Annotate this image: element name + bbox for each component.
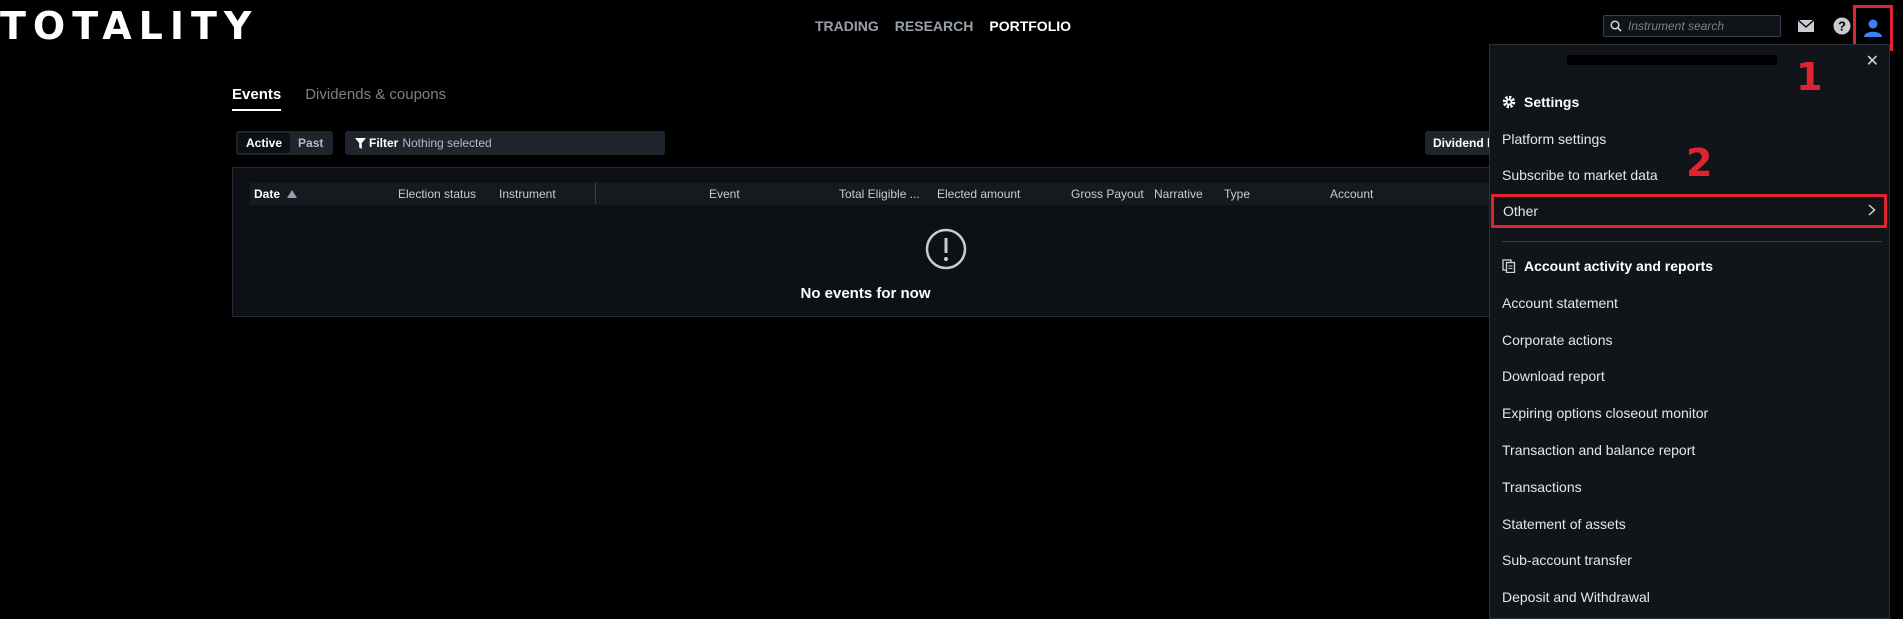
menu-item-expiring-options[interactable]: Expiring options closeout monitor [1502, 405, 1708, 421]
help-icon[interactable]: ? [1832, 16, 1852, 36]
reports-title: Account activity and reports [1524, 258, 1714, 274]
filter-icon [355, 137, 366, 149]
nav-trading[interactable]: TRADING [815, 18, 879, 34]
column-elected-amount[interactable]: Elected amount [937, 187, 1020, 201]
user-menu-panel: ✕ 1 2 Settings Platform settings Subscri… [1489, 44, 1890, 619]
column-date-label: Date [254, 187, 281, 201]
logo[interactable]: TOTALITY [0, 7, 258, 45]
sort-asc-icon [287, 190, 298, 198]
menu-item-deposit-withdrawal[interactable]: Deposit and Withdrawal [1502, 589, 1650, 605]
menu-item-corporate-actions[interactable]: Corporate actions [1502, 332, 1613, 348]
search-icon [1610, 20, 1622, 32]
nav-portfolio[interactable]: PORTFOLIO [989, 18, 1071, 34]
column-narrative[interactable]: Narrative [1154, 187, 1203, 201]
reports-header: Account activity and reports [1502, 258, 1713, 274]
column-election-status[interactable]: Election status [398, 187, 476, 201]
menu-item-transactions[interactable]: Transactions [1502, 479, 1582, 495]
menu-item-platform-settings[interactable]: Platform settings [1502, 131, 1606, 147]
column-account[interactable]: Account [1330, 187, 1373, 201]
column-date[interactable]: Date [254, 187, 298, 201]
reports-icon [1502, 259, 1516, 273]
close-icon[interactable]: ✕ [1866, 51, 1879, 71]
menu-item-transaction-balance-report[interactable]: Transaction and balance report [1502, 442, 1695, 458]
annotation-1: 1 [1796, 55, 1823, 99]
menu-item-other[interactable]: Other [1491, 194, 1887, 228]
column-gross-payout[interactable]: Gross Payout [1071, 187, 1144, 201]
column-instrument[interactable]: Instrument [499, 187, 556, 201]
search-placeholder: Instrument search [1628, 19, 1725, 33]
menu-divider [1502, 241, 1882, 242]
menu-item-account-statement[interactable]: Account statement [1502, 295, 1618, 311]
redacted-username [1567, 55, 1777, 65]
toggle-active[interactable]: Active [238, 133, 291, 153]
column-total-eligible[interactable]: Total Eligible ... [839, 187, 920, 201]
settings-title: Settings [1524, 94, 1580, 110]
filter-dropdown[interactable]: Filter Nothing selected [345, 131, 665, 155]
svg-text:?: ? [1838, 19, 1846, 34]
menu-item-sub-account-transfer[interactable]: Sub-account transfer [1502, 552, 1632, 568]
mail-icon[interactable] [1796, 16, 1816, 36]
settings-header: Settings [1502, 94, 1579, 110]
other-label: Other [1503, 203, 1539, 219]
tab-dividends-coupons[interactable]: Dividends & coupons [305, 86, 446, 111]
tab-events[interactable]: Events [232, 86, 282, 111]
menu-item-download-report[interactable]: Download report [1502, 368, 1605, 384]
page-tabs: Events Dividends & coupons [232, 86, 446, 111]
nav-research[interactable]: RESEARCH [895, 18, 974, 34]
gear-icon [1502, 95, 1516, 109]
column-divider[interactable] [595, 182, 596, 204]
user-icon [1864, 19, 1882, 37]
empty-message: No events for now [800, 285, 931, 302]
instrument-search-input[interactable]: Instrument search [1603, 15, 1781, 37]
toggle-past[interactable]: Past [290, 133, 331, 153]
events-grid: Date Election status Instrument Event To… [232, 167, 1498, 317]
grid-header: Date Election status Instrument Event To… [250, 183, 1498, 205]
column-type[interactable]: Type [1224, 187, 1250, 201]
annotation-2: 2 [1686, 141, 1713, 185]
top-navigation: TRADING RESEARCH PORTFOLIO [815, 18, 1071, 34]
chevron-right-icon [1868, 204, 1876, 216]
filter-value: Nothing selected [402, 136, 492, 150]
status-toggle: Active Past [236, 131, 334, 155]
menu-item-subscribe-market-data[interactable]: Subscribe to market data [1502, 167, 1658, 183]
filter-label: Filter [369, 136, 399, 150]
column-event[interactable]: Event [709, 187, 740, 201]
exclamation-icon [925, 228, 967, 270]
menu-item-statement-of-assets[interactable]: Statement of assets [1502, 516, 1626, 532]
